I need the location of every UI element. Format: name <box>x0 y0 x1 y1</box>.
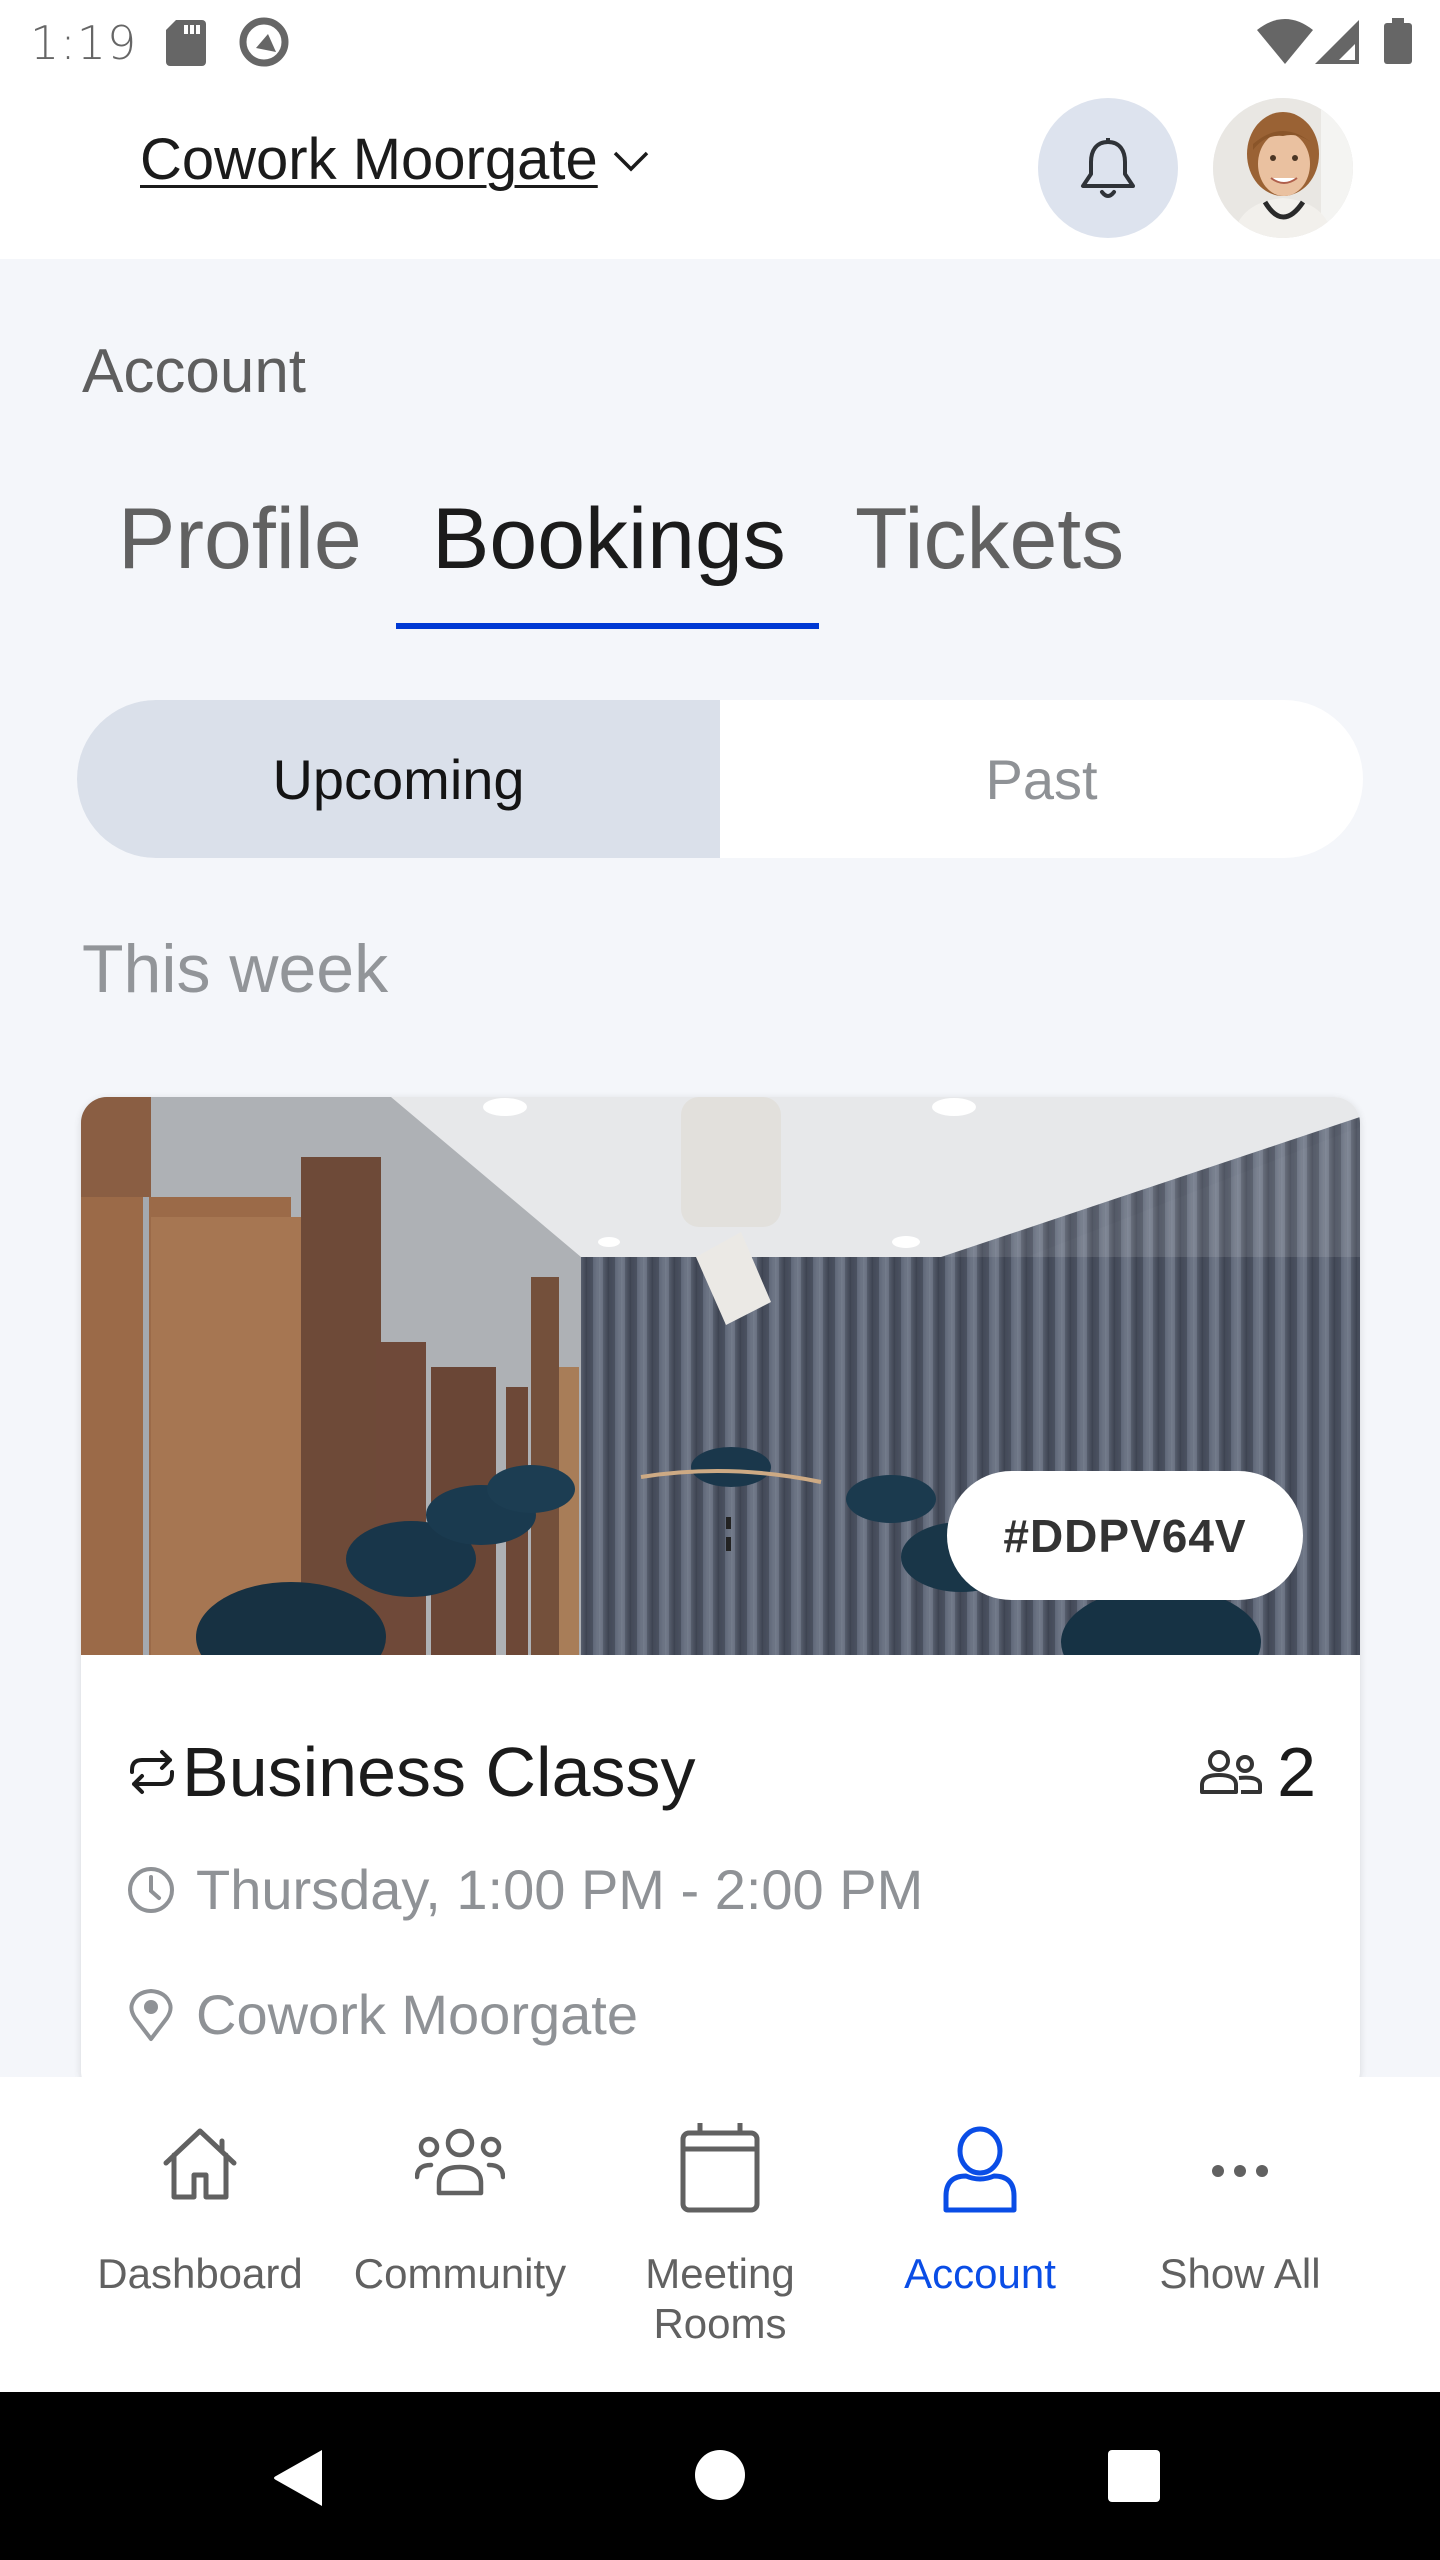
status-time: 1:19 <box>30 16 138 70</box>
back-icon[interactable] <box>272 2448 326 2508</box>
status-bar: 1:19 <box>0 0 1440 84</box>
segment-past[interactable]: Past <box>720 700 1363 858</box>
user-icon <box>943 2126 1017 2213</box>
avatar-photo <box>1213 98 1353 238</box>
booking-reference-badge: #DDPV64V <box>947 1471 1303 1600</box>
section-title: This week <box>82 931 389 1007</box>
nav-community[interactable]: Community <box>330 2077 590 2392</box>
nav-label: Community <box>353 2250 567 2297</box>
recents-icon[interactable] <box>1108 2450 1160 2502</box>
bottom-navigation: Dashboard Community Meeting Rooms Accoun… <box>0 2077 1440 2392</box>
booking-location-row: Cowork Moorgate <box>126 1982 638 2047</box>
location-pin-icon <box>129 1988 173 2041</box>
room-photo: #DDPV64V <box>81 1097 1360 1655</box>
nav-meeting-rooms[interactable]: Meeting Rooms <box>590 2077 850 2392</box>
repeat-icon <box>130 1750 174 1794</box>
booking-location: Cowork Moorgate <box>196 1983 638 2046</box>
nav-label: Dashboard <box>97 2250 303 2297</box>
wifi-icon <box>1257 19 1313 64</box>
booking-card[interactable]: #DDPV64V Business Classy 2 Thursday, 1:0… <box>81 1097 1360 2097</box>
nav-label: Account <box>904 2250 1056 2297</box>
booking-time: Thursday, 1:00 PM - 2:00 PM <box>196 1858 924 1921</box>
tab-profile[interactable]: Profile <box>118 490 362 589</box>
location-picker[interactable]: Cowork Moorgate <box>140 126 650 193</box>
battery-icon <box>1384 18 1412 64</box>
cell-signal-icon <box>1315 20 1359 64</box>
bookings-filter: Upcoming Past <box>77 700 1363 858</box>
nav-account[interactable]: Account <box>850 2077 1110 2392</box>
app-header: Cowork Moorgate <box>0 84 1440 259</box>
capacity: 2 <box>1199 1727 1316 1817</box>
page-title: Account <box>82 337 307 406</box>
sd-card-icon <box>166 20 206 66</box>
nav-show-all[interactable]: Show All <box>1110 2077 1370 2392</box>
system-navigation-bar <box>0 2392 1440 2560</box>
nav-label-line-2: Rooms <box>653 2300 787 2347</box>
booking-title: Business Classy <box>182 1733 696 1811</box>
booking-time-row: Thursday, 1:00 PM - 2:00 PM <box>126 1857 923 1922</box>
home-circle-icon[interactable] <box>694 2449 746 2501</box>
nav-dashboard[interactable]: Dashboard <box>70 2077 330 2392</box>
notifications-button[interactable] <box>1038 98 1178 238</box>
more-icon <box>1212 2165 1268 2177</box>
community-icon <box>415 2128 505 2196</box>
tab-bookings[interactable]: Bookings <box>432 490 786 589</box>
active-tab-indicator <box>396 623 819 629</box>
chevron-down-icon <box>613 151 648 171</box>
tab-tickets[interactable]: Tickets <box>855 490 1124 589</box>
people-icon <box>1200 1750 1263 1794</box>
segment-upcoming[interactable]: Upcoming <box>77 700 720 858</box>
nav-label-line-1: Meeting <box>645 2250 795 2297</box>
clock-icon <box>128 1866 174 1913</box>
avatar[interactable] <box>1213 98 1353 238</box>
bell-icon <box>1081 138 1135 198</box>
nav-label: Meeting Rooms <box>590 2249 850 2349</box>
data-saver-icon <box>239 17 289 67</box>
location-name: Cowork Moorgate <box>140 127 598 192</box>
account-tabs: Profile Bookings Tickets <box>0 490 1440 630</box>
calendar-icon <box>680 2123 760 2213</box>
home-icon <box>163 2128 237 2200</box>
nav-label: Show All <box>1159 2250 1321 2297</box>
capacity-value: 2 <box>1277 1733 1316 1811</box>
card-title-row: Business Classy 2 <box>126 1727 1316 1817</box>
